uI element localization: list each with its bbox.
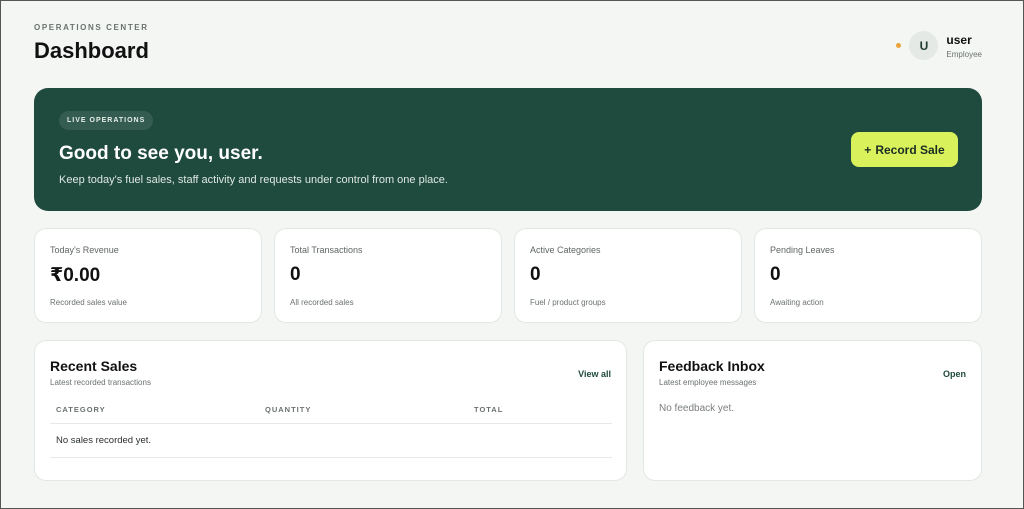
welcome-title: Good to see you, user. [59, 143, 263, 164]
welcome-subtitle: Keep today's fuel sales, staff activity … [59, 174, 448, 186]
stat-card-categories: Active Categories 0 Fuel / product group… [514, 228, 742, 323]
panels-row: Recent Sales Latest recorded transaction… [34, 340, 982, 481]
online-status-dot [896, 43, 902, 48]
record-sale-label: Record Sale [875, 142, 945, 157]
user-name: user [946, 32, 972, 47]
empty-feedback-message: No feedback yet. [659, 403, 735, 414]
stat-value: 0 [290, 264, 301, 285]
stat-card-leaves: Pending Leaves 0 Awaiting action [754, 228, 982, 323]
empty-sales-message: No sales recorded yet. [50, 423, 612, 458]
column-header-category: CATEGORY [50, 405, 259, 424]
stat-value: ₹0.00 [50, 265, 101, 286]
stat-note: Awaiting action [770, 298, 824, 307]
column-header-quantity: QUANTITY [259, 405, 468, 424]
panel-subtitle: Latest employee messages [659, 378, 757, 387]
stat-note: All recorded sales [290, 298, 354, 307]
user-role: Employee [946, 49, 982, 59]
stat-card-revenue: Today's Revenue ₹0.00 Recorded sales val… [34, 228, 262, 323]
recent-sales-table: CATEGORY QUANTITY TOTAL No sales recorde… [50, 405, 612, 458]
panel-subtitle: Latest recorded transactions [50, 378, 151, 387]
panel-title: Feedback Inbox [659, 358, 765, 374]
feedback-inbox-panel: Feedback Inbox Latest employee messages … [643, 340, 982, 481]
stat-note: Fuel / product groups [530, 298, 606, 307]
stat-note: Recorded sales value [50, 298, 127, 307]
plus-icon: + [864, 142, 872, 157]
stat-label: Today's Revenue [50, 245, 119, 255]
table-header-row: CATEGORY QUANTITY TOTAL [50, 405, 612, 424]
live-operations-badge: LIVE OPERATIONS [59, 111, 154, 130]
table-row: No sales recorded yet. [50, 423, 612, 458]
stat-label: Total Transactions [290, 245, 363, 255]
stat-card-transactions: Total Transactions 0 All recorded sales [274, 228, 502, 323]
panel-title: Recent Sales [50, 358, 138, 374]
page-header: OPERATIONS CENTER Dashboard U user Emplo… [34, 23, 982, 88]
user-info: user Employee [946, 33, 982, 59]
open-feedback-link[interactable]: Open [943, 369, 966, 379]
page-title: Dashboard [34, 38, 149, 63]
record-sale-button[interactable]: + Record Sale [851, 132, 958, 167]
stat-label: Pending Leaves [770, 245, 835, 255]
user-menu[interactable]: U user Employee [896, 31, 982, 60]
welcome-banner: LIVE OPERATIONS Good to see you, user. K… [34, 88, 982, 211]
stat-label: Active Categories [530, 245, 601, 255]
stats-row: Today's Revenue ₹0.00 Recorded sales val… [34, 228, 982, 323]
page-eyebrow: OPERATIONS CENTER [34, 23, 149, 32]
dashboard-page: OPERATIONS CENTER Dashboard U user Emplo… [34, 23, 982, 481]
avatar[interactable]: U [909, 31, 939, 60]
stat-value: 0 [530, 264, 541, 285]
column-header-total: TOTAL [468, 405, 612, 424]
stat-value: 0 [770, 264, 781, 285]
view-all-link[interactable]: View all [578, 369, 611, 379]
recent-sales-panel: Recent Sales Latest recorded transaction… [34, 340, 627, 481]
